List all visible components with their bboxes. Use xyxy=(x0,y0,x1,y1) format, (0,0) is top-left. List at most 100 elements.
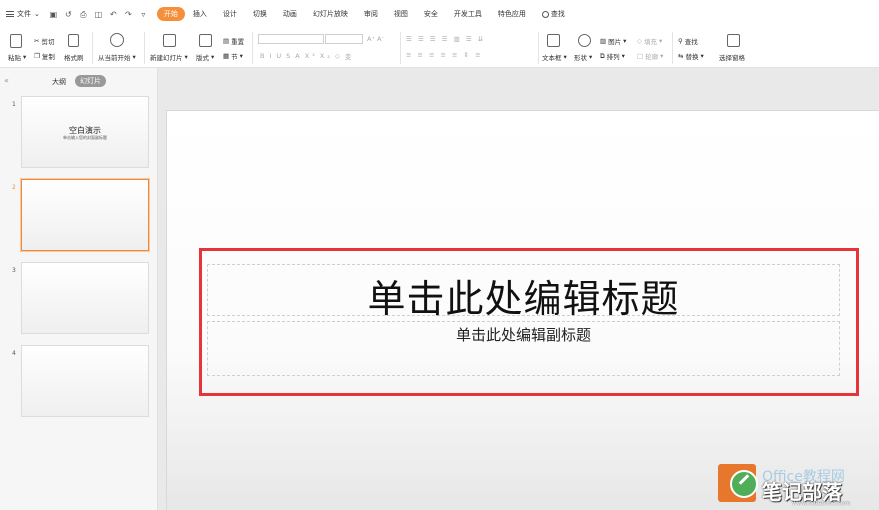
cut-button[interactable]: ✂ 剪切 xyxy=(34,36,54,46)
slide-thumbnail-1[interactable]: 空白演示 单击输入您的封面副标题 xyxy=(21,96,149,168)
tab-slideshow[interactable]: 幻灯片放映 xyxy=(305,7,356,21)
italic-button[interactable]: I xyxy=(269,52,274,60)
customize-icon[interactable]: ▿ xyxy=(139,10,148,19)
find-button[interactable]: ⚲ 查找 xyxy=(678,36,698,46)
strikethrough-button[interactable]: S xyxy=(286,52,293,60)
highlight-annotation xyxy=(199,248,859,396)
section-button[interactable]: ▦ 节 ▾ xyxy=(223,51,243,61)
collapse-panel-icon[interactable]: « xyxy=(4,76,9,85)
undo-icon[interactable]: ↶ xyxy=(109,10,118,19)
search-icon xyxy=(541,10,549,18)
copy-icon: ❐ xyxy=(34,52,40,60)
arrange-button[interactable]: ⧉ 排列 ▾ xyxy=(600,51,625,62)
font-grow-button[interactable]: A⁺ A⁻ xyxy=(367,35,385,43)
slide-number: 3 xyxy=(12,267,16,274)
slide-thumbnail-panel: « 大纲 幻灯片 1 空白演示 单击输入您的封面副标题 2 3 4 xyxy=(0,68,158,510)
clear-format-button[interactable]: ◇ xyxy=(335,52,343,60)
print-icon[interactable]: ⎙ xyxy=(79,10,88,19)
font-color-button[interactable]: A xyxy=(295,52,302,60)
slide-number: 4 xyxy=(12,350,16,357)
from-current-button[interactable]: 从当前开始 ▾ xyxy=(98,52,136,62)
tab-design[interactable]: 设计 xyxy=(215,7,245,21)
bold-button[interactable]: B xyxy=(260,52,267,60)
watermark: Office教程网 笔记部落 www.notetribe.com xyxy=(718,462,879,510)
preview-icon[interactable]: ◫ xyxy=(94,10,103,19)
outline-label: 轮廓 xyxy=(645,53,659,61)
paste-icon[interactable] xyxy=(10,34,22,48)
tab-review[interactable]: 审阅 xyxy=(356,7,386,21)
shape-label: 形状 xyxy=(574,54,587,62)
selection-pane-button[interactable]: 选择窗格 xyxy=(719,52,745,62)
new-slide-icon[interactable] xyxy=(163,34,176,47)
tab-insert[interactable]: 插入 xyxy=(185,7,215,21)
paste-label: 粘贴 xyxy=(8,54,21,62)
shape-button[interactable]: 形状 ▾ xyxy=(574,52,592,62)
replace-label: 替换 xyxy=(685,53,699,61)
picture-icon: ▨ xyxy=(600,37,607,45)
format-painter-button[interactable]: 格式刷 xyxy=(64,52,84,62)
textbox-icon[interactable] xyxy=(547,34,560,47)
ribbon-divider xyxy=(400,32,401,64)
slide-number: 2 xyxy=(12,184,16,191)
paragraph-list-buttons[interactable]: ☰ ☰ ☰ ☰ ▥ ☰ ⇊ xyxy=(406,35,485,43)
textbox-button[interactable]: 文本框 ▾ xyxy=(542,52,567,62)
arrange-icon: ⧉ xyxy=(600,51,605,60)
layout-button[interactable]: 版式 ▾ xyxy=(196,52,214,62)
picture-button[interactable]: ▨ 图片 ▾ xyxy=(600,36,626,46)
layout-label: 版式 xyxy=(196,54,209,62)
tab-slides[interactable]: 幻灯片 xyxy=(75,75,106,87)
save-icon[interactable]: ▣ xyxy=(49,10,58,19)
textbox-label: 文本框 xyxy=(542,54,562,62)
outline-button[interactable]: □ 轮廓 ▾ xyxy=(637,51,663,61)
superscript-button[interactable]: X² xyxy=(305,52,318,60)
ribbon-divider xyxy=(672,32,673,64)
tab-special-apps[interactable]: 特色应用 xyxy=(490,7,534,21)
replace-button[interactable]: ⇆ 替换 ▾ xyxy=(678,51,704,61)
redo-icon[interactable]: ↷ xyxy=(124,10,133,19)
font-size-select[interactable] xyxy=(325,34,363,44)
slide-thumbnail-4[interactable] xyxy=(21,345,149,417)
menu-bar: 文件 ⌄ ▣ ↺ ⎙ ◫ ↶ ↷ ▿ 开始 插入 设计 切换 动画 幻灯片放映 … xyxy=(0,0,879,28)
paragraph-align-buttons[interactable]: ≡ ≡ ≡ ≡ ≡ ⇕ ≡ xyxy=(406,51,483,59)
shape-icon[interactable] xyxy=(578,34,591,47)
picture-label: 图片 xyxy=(608,38,622,46)
layout-icon[interactable] xyxy=(199,34,212,47)
fill-button[interactable]: ◇ 填充 ▾ xyxy=(637,36,662,46)
tab-animations[interactable]: 动画 xyxy=(275,7,305,21)
format-painter-icon[interactable] xyxy=(68,34,79,47)
paste-button[interactable]: 粘贴 ▾ xyxy=(8,52,26,62)
ribbon-toolbar: 粘贴 ▾ ✂ 剪切 ❐ 复制 格式刷 从当前开始 ▾ 新建幻灯片 ▾ 版式 ▾ ▤ 重置 ▦ 节… xyxy=(0,28,879,68)
subscript-button[interactable]: X₂ xyxy=(320,52,333,60)
file-menu[interactable]: 文件 ⌄ xyxy=(6,9,40,19)
tab-view[interactable]: 视图 xyxy=(386,7,416,21)
search-icon: ⚲ xyxy=(678,37,683,45)
new-slide-label: 新建幻灯片 xyxy=(150,54,183,62)
slide-thumbnail-2[interactable] xyxy=(21,179,149,251)
slide-thumbnail-3[interactable] xyxy=(21,262,149,334)
copy-button[interactable]: ❐ 复制 xyxy=(34,51,55,61)
tab-security[interactable]: 安全 xyxy=(416,7,446,21)
tab-search[interactable]: 查找 xyxy=(534,7,573,21)
new-slide-button[interactable]: 新建幻灯片 ▾ xyxy=(150,52,188,62)
font-family-select[interactable] xyxy=(258,34,324,44)
undo-history-icon[interactable]: ↺ xyxy=(64,10,73,19)
from-current-label: 从当前开始 xyxy=(98,54,131,62)
underline-button[interactable]: U xyxy=(276,52,284,60)
chevron-down-icon: ⌄ xyxy=(34,10,40,18)
reset-button[interactable]: ▤ 重置 xyxy=(223,36,244,46)
tab-home[interactable]: 开始 xyxy=(156,7,185,21)
tab-transitions[interactable]: 切换 xyxy=(245,7,275,21)
reset-icon: ▤ xyxy=(223,37,230,45)
text-effect-button[interactable]: 变 xyxy=(345,51,355,61)
tab-developer[interactable]: 开发工具 xyxy=(446,7,490,21)
file-menu-label: 文件 xyxy=(17,10,31,18)
outline-icon: □ xyxy=(637,52,644,60)
tab-outline[interactable]: 大纲 xyxy=(52,77,66,87)
cut-label: 剪切 xyxy=(41,38,55,46)
fill-icon: ◇ xyxy=(637,37,642,45)
ribbon-divider xyxy=(538,32,539,64)
selection-pane-icon[interactable] xyxy=(727,34,740,47)
hamburger-icon xyxy=(6,11,14,17)
play-icon[interactable] xyxy=(110,33,124,47)
arrange-label: 排列 xyxy=(606,53,620,61)
